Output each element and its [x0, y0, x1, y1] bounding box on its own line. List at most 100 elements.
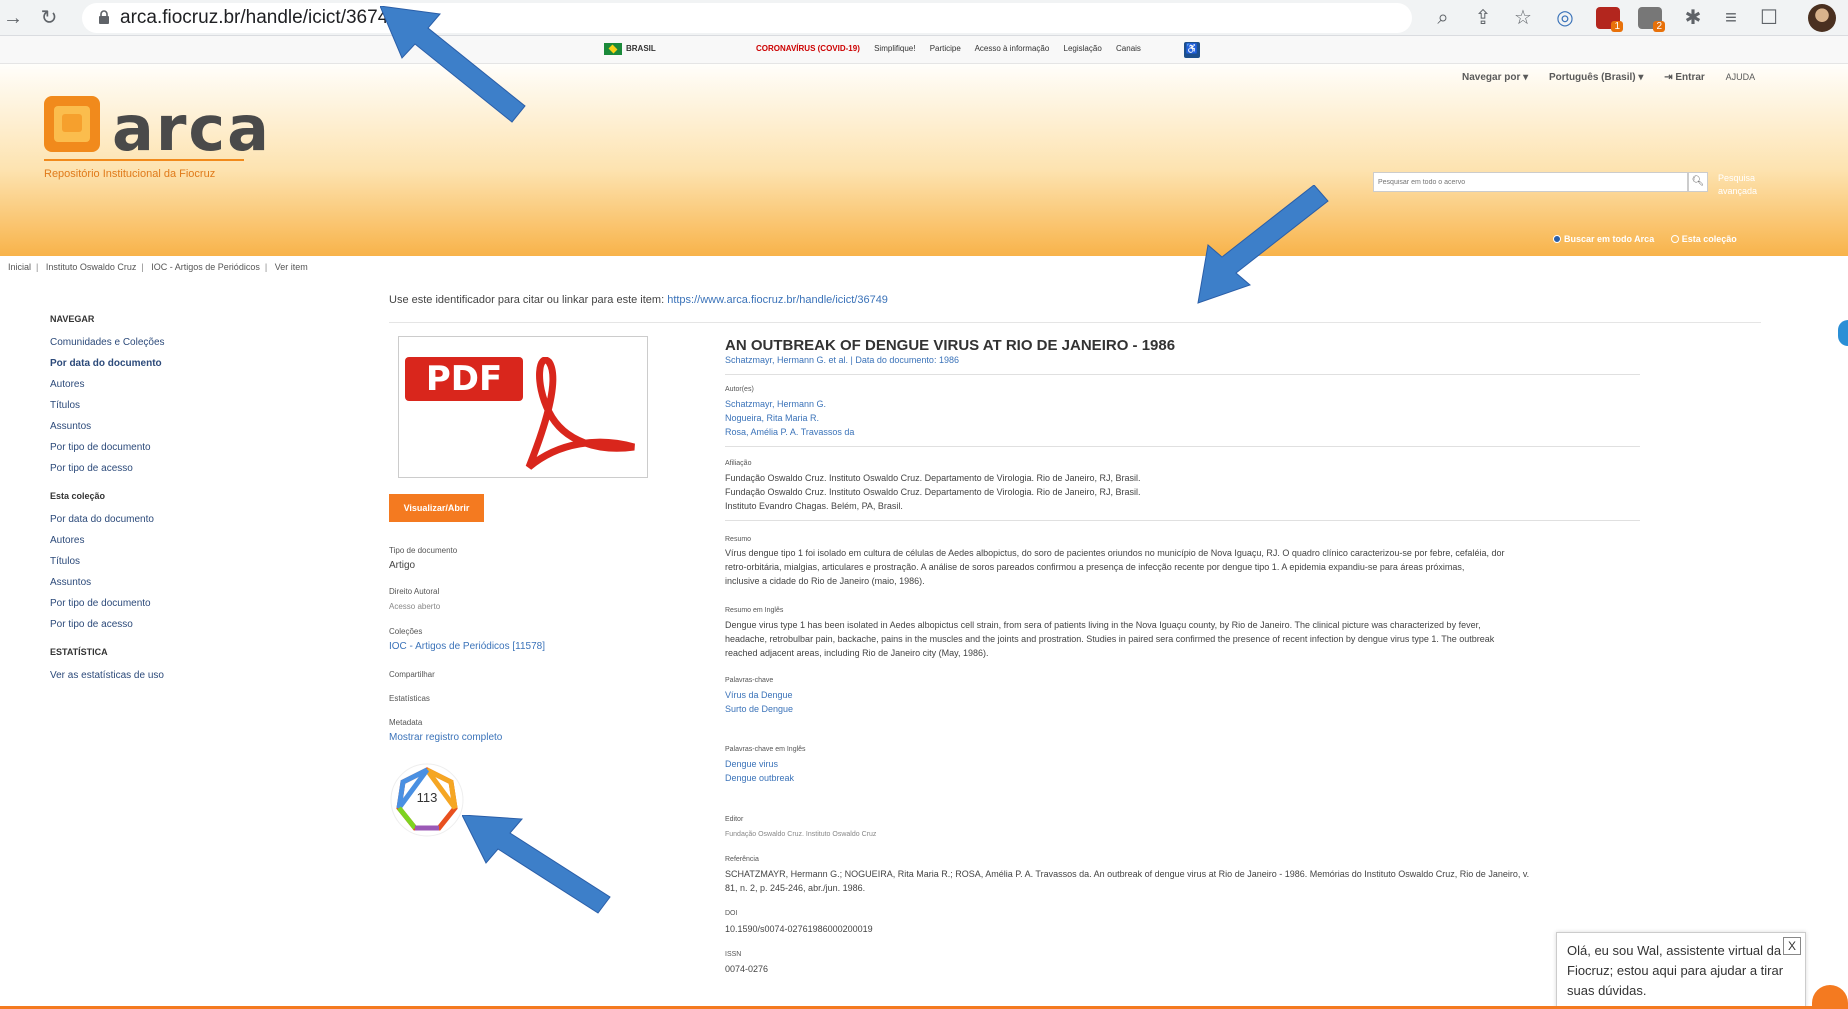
cite-url-link[interactable]: https://www.arca.fiocruz.br/handle/icict…: [667, 294, 888, 306]
scope-collection-radio[interactable]: [1670, 235, 1679, 243]
scope-all-radio[interactable]: [1553, 235, 1561, 243]
extension-2-icon[interactable]: 2: [1638, 7, 1665, 32]
search-button[interactable]: 🔍︎: [1688, 172, 1708, 192]
accessibility-icon[interactable]: ♿: [1184, 42, 1200, 58]
metadata-label: Metadata: [389, 718, 423, 727]
stats-label[interactable]: Estatísticas: [389, 694, 430, 703]
abstract-en-line: headache, retrobulbar pain, backache, pa…: [725, 634, 1495, 644]
doi-value[interactable]: 10.1590/s0074-02761986000200019: [725, 922, 1645, 936]
collections-label: Coleções: [389, 627, 423, 636]
rights-label: Direito Autoral: [389, 587, 440, 596]
keyword-en-link[interactable]: Dengue outbreak: [725, 771, 1645, 785]
forward-icon[interactable]: →: [0, 5, 26, 31]
editor-value: Fundação Oswaldo Cruz. Instituto Oswaldo…: [725, 831, 877, 838]
scope-all-label[interactable]: Buscar em todo Arca: [1564, 234, 1654, 244]
advanced-search-link[interactable]: Pesquisa avançada: [1718, 172, 1778, 198]
scope-collection-label[interactable]: Esta coleção: [1682, 234, 1737, 244]
altmetric-badge[interactable]: 113: [389, 762, 465, 838]
issn-label: ISSN: [725, 951, 742, 958]
sidebar-collection-by-date[interactable]: Por data do documento: [50, 509, 250, 530]
sidebar-collection-access-type[interactable]: Por tipo de acesso: [50, 614, 250, 635]
abstract-en-line: Dengue virus type 1 has been isolated in…: [725, 620, 1481, 630]
login-link[interactable]: ⇥ Entrar: [1664, 72, 1705, 83]
breadcrumb-ioc[interactable]: Instituto Oswaldo Cruz: [46, 262, 137, 272]
extension-badge: 2: [1653, 21, 1665, 32]
rights-value: Acesso aberto: [389, 602, 441, 611]
search-input[interactable]: [1373, 172, 1688, 192]
arca-logo-icon[interactable]: [44, 96, 100, 152]
breadcrumb-current: Ver item: [274, 262, 308, 272]
authors-label: Autor(es): [725, 386, 754, 393]
full-record-link[interactable]: Mostrar registro completo: [389, 732, 502, 743]
chat-assistant-bubble[interactable]: Olá, eu sou Wal, assistente virtual da F…: [1556, 932, 1806, 1009]
url-text[interactable]: arca.fiocruz.br/handle/icict/36749: [120, 7, 399, 29]
puzzle-icon[interactable]: ✱: [1680, 6, 1706, 30]
gov-link-participe[interactable]: Participe: [930, 44, 961, 53]
sidebar-item-subjects[interactable]: Assuntos: [50, 416, 250, 437]
sidebar-collection-titles[interactable]: Títulos: [50, 551, 250, 572]
pdf-thumbnail[interactable]: PDF: [398, 336, 648, 478]
gov-link-simplifique[interactable]: Simplifique!: [874, 44, 915, 53]
extension-circle-icon[interactable]: ◎: [1552, 6, 1578, 30]
brazil-flag-icon[interactable]: [604, 43, 622, 55]
keyword-en-link[interactable]: Dengue virus: [725, 757, 1645, 771]
share-icon[interactable]: ⇪: [1470, 6, 1496, 30]
breadcrumb-collection[interactable]: IOC - Artigos de Periódicos: [151, 262, 260, 272]
acrobat-swirl-icon: [525, 357, 635, 470]
authors-list: Schatzmayr, Hermann G. Nogueira, Rita Ma…: [725, 397, 1645, 439]
sidebar-item-titles[interactable]: Títulos: [50, 395, 250, 416]
abstract-label: Resumo: [725, 536, 752, 543]
search-icon: 🔍︎: [1691, 176, 1705, 187]
sidebar-collection-doc-type[interactable]: Por tipo de documento: [50, 593, 250, 614]
header-nav: Navegar por ▾ Português (Brasil) ▾ ⇥ Ent…: [1462, 72, 1773, 83]
gov-brasil-link[interactable]: BRASIL: [626, 44, 656, 53]
sidebar-item-access-type[interactable]: Por tipo de acesso: [50, 458, 250, 479]
search-scope: Buscar em todo Arca Esta coleção: [1553, 234, 1751, 244]
gov-link-legislacao[interactable]: Legislação: [1064, 44, 1102, 53]
reload-icon[interactable]: ↻: [36, 5, 62, 31]
help-link[interactable]: AJUDA: [1726, 72, 1756, 82]
divider: [725, 446, 1640, 447]
language-menu[interactable]: Português (Brasil) ▾: [1549, 72, 1643, 83]
view-open-button[interactable]: Visualizar/Abrir: [389, 494, 484, 522]
breadcrumb: Inicial | Instituto Oswaldo Cruz | IOC - A…: [8, 262, 308, 272]
profile-avatar[interactable]: [1808, 4, 1836, 32]
item-subtitle: Schatzmayr, Hermann G. et al. | Data do …: [725, 355, 959, 365]
bookmark-star-icon[interactable]: ☆: [1510, 6, 1536, 30]
gov-link-acesso[interactable]: Acesso à informação: [975, 44, 1050, 53]
zoom-icon[interactable]: ⌕: [1430, 6, 1456, 30]
affiliation-item: Fundação Oswaldo Cruz. Instituto Oswaldo…: [725, 473, 1141, 483]
sidebar-collection-subjects[interactable]: Assuntos: [50, 572, 250, 593]
sidebar-item-doc-type[interactable]: Por tipo de documento: [50, 437, 250, 458]
collection-link[interactable]: IOC - Artigos de Periódicos [11578]: [389, 641, 545, 652]
logo-divider: [44, 159, 244, 161]
browse-menu[interactable]: Navegar por ▾: [1462, 72, 1528, 83]
address-bar[interactable]: arca.fiocruz.br/handle/icict/36749: [82, 3, 1412, 33]
sidepanel-icon[interactable]: ☐: [1756, 6, 1782, 30]
reading-list-icon[interactable]: ≡: [1718, 6, 1744, 30]
lock-icon: [99, 10, 109, 24]
side-widget-tab[interactable]: [1838, 320, 1848, 346]
sidebar-item-by-date[interactable]: Por data do documento: [50, 353, 250, 374]
gov-link-covid[interactable]: CORONAVÍRUS (COVID-19): [756, 44, 860, 53]
author-link[interactable]: Schatzmayr, Hermann G.: [725, 397, 1645, 411]
arca-logo-text[interactable]: arca: [112, 92, 271, 165]
sidebar-nav-heading: NAVEGAR: [50, 314, 95, 324]
browser-toolbar: → ↻ arca.fiocruz.br/handle/icict/36749 ⌕…: [0, 0, 1848, 36]
keyword-link[interactable]: Vírus da Dengue: [725, 688, 1645, 702]
breadcrumb-home[interactable]: Inicial: [8, 262, 31, 272]
sidebar-collection-heading: Esta coleção: [50, 491, 106, 501]
sidebar-item-authors[interactable]: Autores: [50, 374, 250, 395]
author-link[interactable]: Nogueira, Rita Maria R.: [725, 411, 1645, 425]
annotation-arrow-icon: [462, 815, 611, 914]
sidebar-item-usage-stats[interactable]: Ver as estatísticas de uso: [50, 665, 250, 686]
sidebar-collection-authors[interactable]: Autores: [50, 530, 250, 551]
keyword-link[interactable]: Surto de Dengue: [725, 702, 1645, 716]
author-link[interactable]: Rosa, Amélia P. A. Travassos da: [725, 425, 1645, 439]
extension-1-icon[interactable]: 1: [1596, 7, 1623, 32]
share-label[interactable]: Compartilhar: [389, 670, 435, 679]
keywords-list: Vírus da Dengue Surto de Dengue: [725, 688, 1645, 716]
gov-link-canais[interactable]: Canais: [1116, 44, 1141, 53]
sidebar-item-communities[interactable]: Comunidades e Coleções: [50, 332, 250, 353]
chat-close-button[interactable]: X: [1783, 937, 1801, 955]
